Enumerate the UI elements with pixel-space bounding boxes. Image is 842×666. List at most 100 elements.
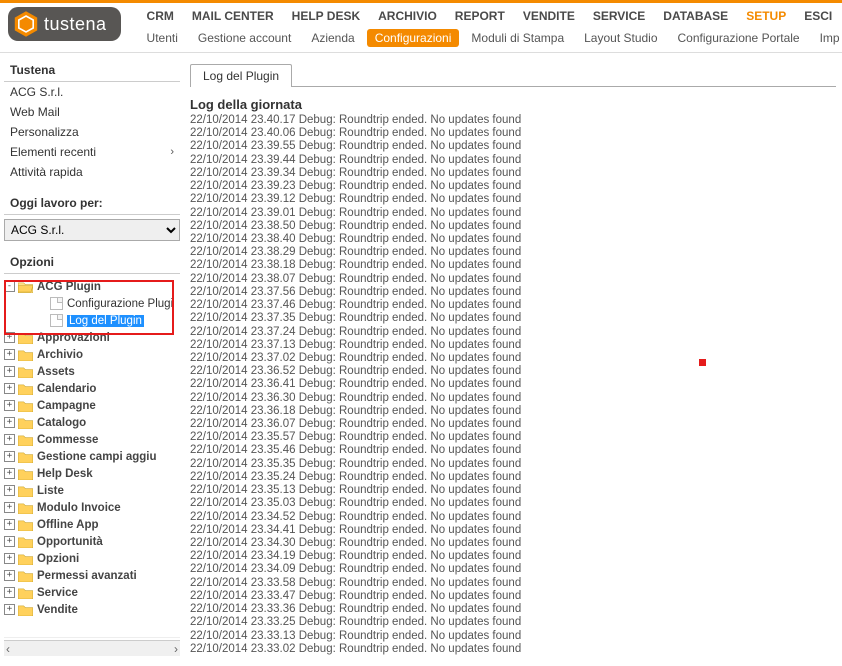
folder-icon xyxy=(18,519,33,531)
tree-node[interactable]: +Opzioni xyxy=(4,550,180,567)
expand-icon[interactable]: + xyxy=(4,349,15,360)
tree-node[interactable]: + Gestione campi aggiu xyxy=(4,448,180,465)
tree-node[interactable]: + Liste xyxy=(4,482,180,499)
tree-node[interactable]: +Opportunità xyxy=(4,533,180,550)
expand-icon[interactable]: + xyxy=(4,604,15,615)
horizontal-scrollbar[interactable]: ‹ › xyxy=(4,640,180,656)
sidebar-item[interactable]: ACG S.r.l. xyxy=(4,82,180,102)
tree-node[interactable]: +Archivio xyxy=(4,346,180,363)
main-nav-item[interactable]: MAIL CENTER xyxy=(184,7,282,25)
company-select[interactable]: ACG S.r.l. xyxy=(4,219,180,241)
folder-icon xyxy=(18,417,33,429)
sidebar-item[interactable]: Web Mail xyxy=(4,102,180,122)
tree-node[interactable]: -ACG Plugin xyxy=(4,278,180,295)
tree-node[interactable]: + Vendite xyxy=(4,601,180,618)
tree-node[interactable]: +Offline App xyxy=(4,516,180,533)
sidebar-item[interactable]: Personalizza xyxy=(4,122,180,142)
expand-icon[interactable]: + xyxy=(4,468,15,479)
tree-label: Commesse xyxy=(37,434,98,446)
tree-label: Calendario xyxy=(37,383,96,395)
sidebar-item[interactable]: Elementi recenti› xyxy=(4,142,180,162)
expand-icon[interactable]: + xyxy=(4,553,15,564)
logo-hex-icon xyxy=(14,12,38,36)
sub-nav-item[interactable]: Gestione account xyxy=(190,29,299,47)
log-line: 22/10/2014 23.40.06 Debug: Roundtrip end… xyxy=(190,127,836,140)
log-line: 22/10/2014 23.37.24 Debug: Roundtrip end… xyxy=(190,326,836,339)
tree-label: Campagne xyxy=(37,400,96,412)
panel-title: Oggi lavoro per: xyxy=(4,192,180,215)
tree-node[interactable]: Configurazione Plugi xyxy=(4,295,180,312)
log-line: 22/10/2014 23.37.13 Debug: Roundtrip end… xyxy=(190,339,836,352)
tree-label: Service xyxy=(37,587,78,599)
log-line: 22/10/2014 23.39.34 Debug: Roundtrip end… xyxy=(190,167,836,180)
log-line: 22/10/2014 23.33.25 Debug: Roundtrip end… xyxy=(190,616,836,629)
tree-label: Gestione campi aggiu xyxy=(37,451,157,463)
main-nav: CRMMAIL CENTERHELP DESKARCHIVIOREPORTVEN… xyxy=(129,3,842,27)
expand-icon[interactable]: + xyxy=(4,332,15,343)
tree-node[interactable]: + Campagne xyxy=(4,397,180,414)
tree-node[interactable]: Log del Plugin xyxy=(4,312,180,329)
expand-icon[interactable]: + xyxy=(4,417,15,428)
sub-nav-item[interactable]: Azienda xyxy=(303,29,362,47)
sub-nav-item[interactable]: Configurazioni xyxy=(367,29,460,47)
log-title: Log della giornata xyxy=(190,97,836,112)
folder-icon xyxy=(18,553,33,565)
expand-icon[interactable]: + xyxy=(4,485,15,496)
sidebar-item[interactable]: Attività rapida xyxy=(4,162,180,182)
main-nav-item[interactable]: HELP DESK xyxy=(284,7,368,25)
main-nav-item[interactable]: ESCI xyxy=(796,7,840,25)
expand-icon[interactable]: + xyxy=(4,570,15,581)
log-line: 22/10/2014 23.38.18 Debug: Roundtrip end… xyxy=(190,259,836,272)
brand-logo[interactable]: tustena xyxy=(8,7,121,41)
expand-icon[interactable]: + xyxy=(4,536,15,547)
expand-icon[interactable]: + xyxy=(4,519,15,530)
tree-node[interactable]: + Service xyxy=(4,584,180,601)
sub-nav-item[interactable]: Layout Studio xyxy=(576,29,665,47)
tree-node[interactable]: +Approvazioni xyxy=(4,329,180,346)
sub-nav-item[interactable]: Moduli di Stampa xyxy=(463,29,572,47)
main-nav-item[interactable]: DATABASE xyxy=(655,7,736,25)
tree-node[interactable]: +Modulo Invoice xyxy=(4,499,180,516)
tree-node[interactable]: +Catalogo xyxy=(4,414,180,431)
main-nav-item[interactable]: SERVICE xyxy=(585,7,653,25)
expand-icon[interactable]: + xyxy=(4,451,15,462)
main-nav-item[interactable]: VENDITE xyxy=(515,7,583,25)
main-nav-item[interactable]: REPORT xyxy=(447,7,513,25)
folder-icon xyxy=(18,536,33,548)
tab-log-plugin[interactable]: Log del Plugin xyxy=(190,64,292,87)
log-line: 22/10/2014 23.34.52 Debug: Roundtrip end… xyxy=(190,511,836,524)
tree-node[interactable]: + Commesse xyxy=(4,431,180,448)
main-nav-item[interactable]: ARCHIVIO xyxy=(370,7,445,25)
brand-name: tustena xyxy=(44,14,107,35)
sidebar: Tustena ACG S.r.l.Web MailPersonalizzaEl… xyxy=(0,53,184,663)
sub-nav-item[interactable]: Imp xyxy=(812,29,842,47)
expand-icon[interactable]: + xyxy=(4,366,15,377)
log-line: 22/10/2014 23.38.07 Debug: Roundtrip end… xyxy=(190,273,836,286)
expand-icon[interactable]: + xyxy=(4,400,15,411)
tree-label: Vendite xyxy=(37,604,78,616)
log-line: 22/10/2014 23.38.40 Debug: Roundtrip end… xyxy=(190,233,836,246)
main-nav-item[interactable]: SETUP xyxy=(738,7,794,25)
folder-icon xyxy=(18,604,33,616)
options-tree[interactable]: -ACG PluginConfigurazione PlugiLog del P… xyxy=(4,278,180,638)
tree-node[interactable]: + Calendario xyxy=(4,380,180,397)
expand-icon[interactable]: + xyxy=(4,383,15,394)
tree-node[interactable]: +Assets xyxy=(4,363,180,380)
expand-icon[interactable]: + xyxy=(4,502,15,513)
tree-label: Liste xyxy=(37,485,64,497)
sub-nav-item[interactable]: Configurazione Portale xyxy=(670,29,808,47)
log-line: 22/10/2014 23.36.18 Debug: Roundtrip end… xyxy=(190,405,836,418)
scroll-right-icon[interactable]: › xyxy=(174,642,178,656)
log-line: 22/10/2014 23.38.50 Debug: Roundtrip end… xyxy=(190,220,836,233)
log-line: 22/10/2014 23.39.23 Debug: Roundtrip end… xyxy=(190,180,836,193)
collapse-icon[interactable]: - xyxy=(4,281,15,292)
expand-icon[interactable]: + xyxy=(4,587,15,598)
folder-icon xyxy=(18,400,33,412)
expand-icon[interactable]: + xyxy=(4,434,15,445)
tree-node[interactable]: +Permessi avanzati xyxy=(4,567,180,584)
sub-nav: UtentiGestione accountAzienda Configurazi… xyxy=(129,27,842,51)
sub-nav-item[interactable]: Utenti xyxy=(139,29,186,47)
tree-node[interactable]: +Help Desk xyxy=(4,465,180,482)
main-nav-item[interactable]: CRM xyxy=(139,7,182,25)
scroll-left-icon[interactable]: ‹ xyxy=(6,642,10,656)
